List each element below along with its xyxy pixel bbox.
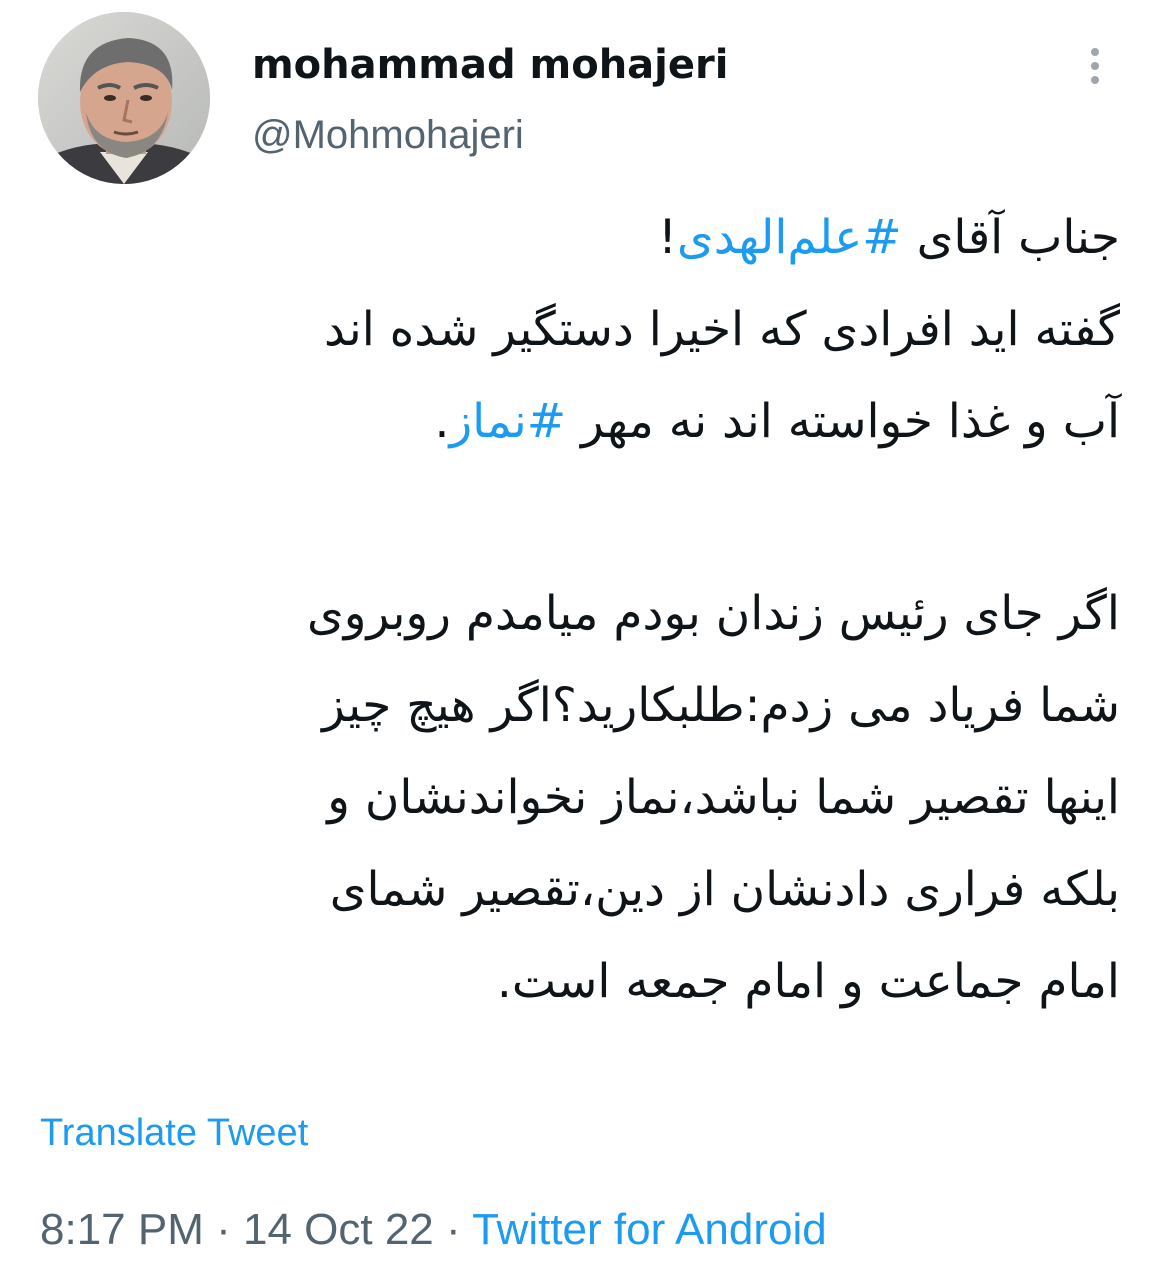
tweet-text-line: امام جماعت و امام جمعه است. bbox=[496, 954, 1120, 1009]
author-handle[interactable]: @Mohmohajeri bbox=[252, 110, 524, 160]
paragraph-break bbox=[60, 468, 1120, 568]
tweet-text-line: گفته اید افرادی که اخیرا دستگیر شده اند bbox=[323, 302, 1120, 357]
translate-tweet-link[interactable]: Translate Tweet bbox=[40, 1108, 308, 1158]
hashtag-link[interactable]: #علم‌الهدی bbox=[677, 210, 902, 265]
more-vertical-icon[interactable] bbox=[1080, 44, 1110, 88]
tweet-text: جناب آقای #علم‌الهدی! گفته اید افرادی که… bbox=[60, 192, 1120, 1028]
author-display-name[interactable]: mohammad mohajeri bbox=[252, 40, 728, 90]
tweet-source-link[interactable]: Twitter for Android bbox=[472, 1205, 827, 1254]
hashtag-link[interactable]: #نماز bbox=[449, 394, 566, 449]
tweet-text-line: آب و غذا خواسته اند نه مهر #نماز. bbox=[434, 394, 1120, 449]
tweet-text-line: بلکه فراری دادنشان از دین،تقصیر شمای bbox=[329, 862, 1120, 917]
tweet-text-line: اگر جای رئیس زندان بودم میامدم روبروی bbox=[307, 586, 1120, 641]
meta-separator: · bbox=[446, 1205, 461, 1254]
tweet-text-line: شما فریاد می زدم:طلبکارید؟اگر هیچ چیز bbox=[322, 678, 1120, 733]
tweet-time[interactable]: 8:17 PM bbox=[40, 1205, 204, 1254]
avatar[interactable] bbox=[38, 12, 210, 184]
meta-separator: · bbox=[216, 1205, 231, 1254]
tweet-text-line: اینها تقصیر شما نباشد،نماز نخواندنشان و bbox=[327, 770, 1120, 825]
tweet-date[interactable]: 14 Oct 22 bbox=[243, 1205, 434, 1254]
tweet-text-line: جناب آقای #علم‌الهدی! bbox=[658, 210, 1120, 265]
tweet-metadata: 8:17 PM · 14 Oct 22 · Twitter for Androi… bbox=[40, 1202, 827, 1258]
